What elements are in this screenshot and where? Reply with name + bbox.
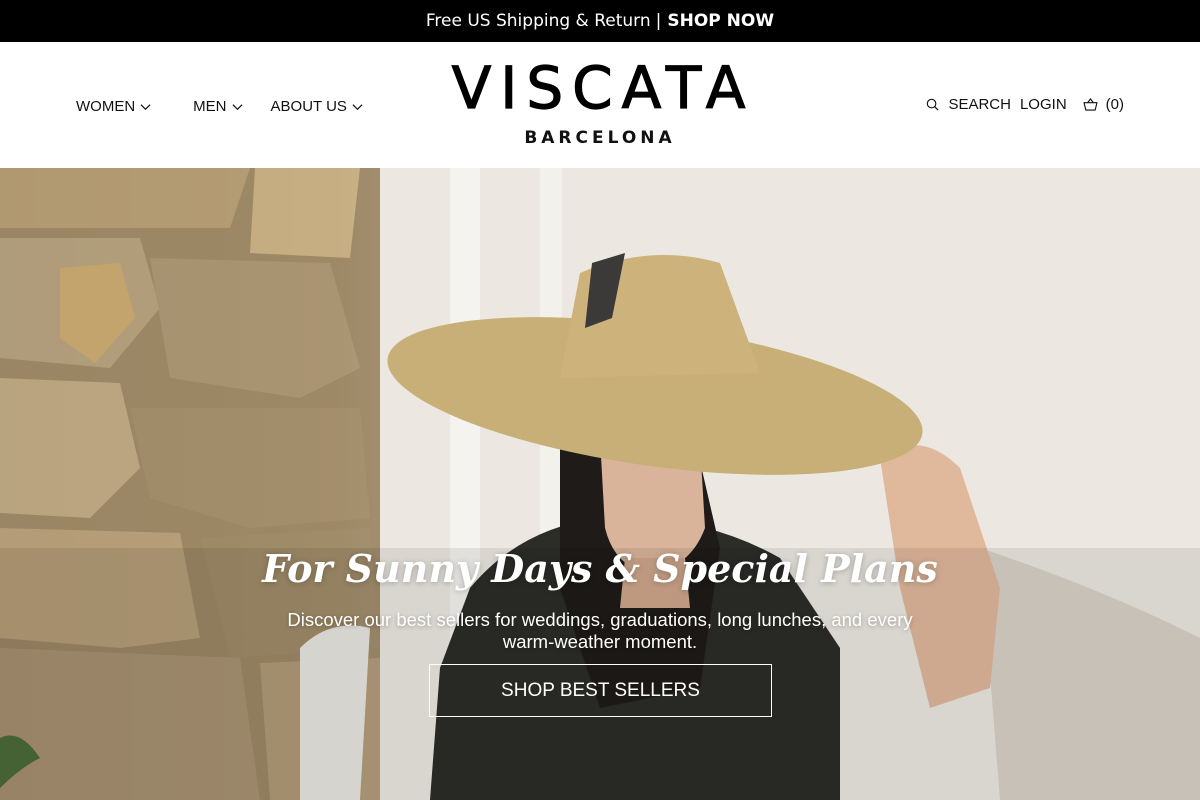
basket-icon (1083, 98, 1098, 111)
nav-item-about-label: ABOUT US (270, 98, 347, 115)
nav-item-men-label: MEN (193, 98, 227, 115)
hero-banner: For Sunny Days & Special Plans Discover … (0, 168, 1200, 800)
hero-title: For Sunny Days & Special Plans (262, 546, 938, 591)
announcement-bar: Free US Shipping & Return | SHOP NOW (0, 0, 1200, 42)
cart-button[interactable]: (0) (1083, 96, 1124, 113)
nav-item-women[interactable]: WOMEN (76, 98, 151, 115)
main-nav: WOMEN MEN ABOUT US (76, 98, 363, 115)
shop-now-link[interactable]: SHOP NOW (667, 11, 774, 31)
hero-subtitle: Discover our best sellers for weddings, … (287, 609, 913, 652)
announcement-text: Free US Shipping & Return (425, 11, 651, 31)
search-label: SEARCH (948, 96, 1011, 113)
site-header: WOMEN MEN ABOUT US VISCATA BARCELONA SEA… (0, 42, 1200, 168)
logo-subtitle: BARCELONA (524, 128, 676, 148)
nav-item-women-label: WOMEN (76, 98, 136, 115)
search-icon (927, 98, 939, 111)
chevron-down-icon (232, 104, 243, 111)
cart-count: (0) (1105, 96, 1124, 113)
nav-item-men[interactable]: MEN (193, 98, 243, 115)
login-link[interactable]: LOGIN (1020, 96, 1067, 113)
shop-best-sellers-button[interactable]: SHOP BEST SELLERS (429, 664, 772, 717)
brand-logo[interactable]: VISCATA BARCELONA (430, 54, 770, 148)
announcement-separator: | (655, 11, 662, 31)
chevron-down-icon (352, 104, 363, 111)
nav-item-about-us[interactable]: ABOUT US (271, 98, 363, 115)
utility-nav: SEARCH LOGIN (0) (926, 96, 1124, 113)
logo-wordmark: VISCATA (451, 54, 755, 122)
chevron-down-icon (140, 104, 151, 111)
search-button[interactable]: SEARCH (926, 96, 1011, 113)
